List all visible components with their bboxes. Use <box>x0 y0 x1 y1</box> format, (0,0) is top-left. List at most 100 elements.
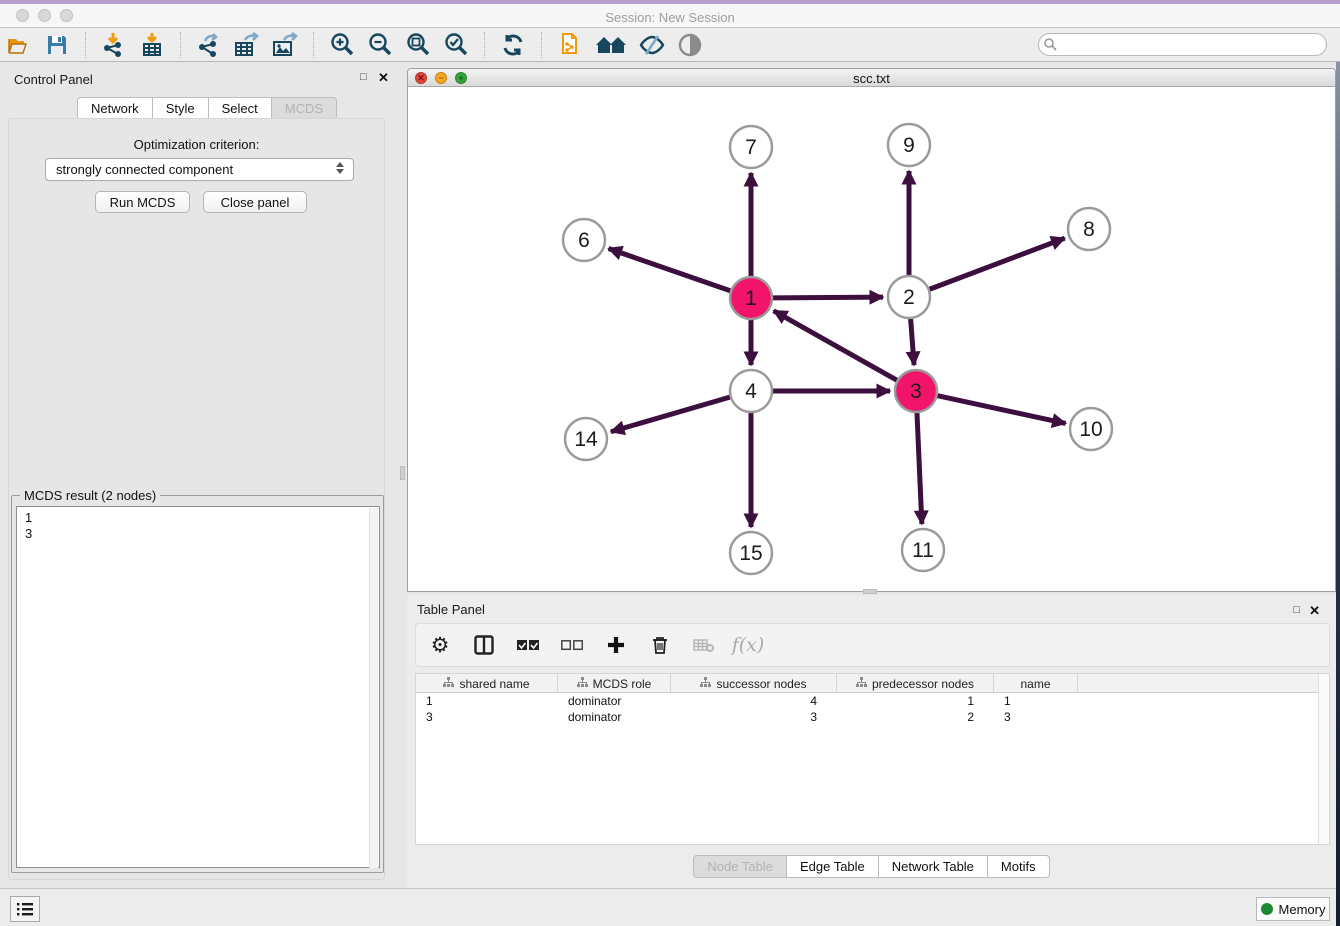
tab-network-table[interactable]: Network Table <box>878 855 988 878</box>
node-label-4: 4 <box>745 380 757 403</box>
zoom-in-icon[interactable] <box>327 31 357 59</box>
hierarchy-icon <box>443 677 454 691</box>
table-panel-tabs: Node TableEdge TableNetwork TableMotifs <box>407 855 1336 878</box>
node-label-14: 14 <box>574 428 598 451</box>
cell-name[interactable]: 1 <box>994 693 1078 709</box>
save-session-icon[interactable] <box>42 31 72 59</box>
toolbar-separator <box>541 32 542 58</box>
cell-MCDS-role[interactable]: dominator <box>558 709 671 725</box>
cell-shared-name[interactable]: 3 <box>416 709 558 725</box>
edge-2-3[interactable] <box>911 319 914 365</box>
tab-mcds[interactable]: MCDS <box>271 97 337 120</box>
column-header-MCDS-role[interactable]: MCDS role <box>558 674 671 693</box>
table-row[interactable]: 3dominator323 <box>416 709 1329 725</box>
edge-1-6[interactable] <box>609 249 731 291</box>
main-toolbar <box>0 28 1340 62</box>
tab-edge-table[interactable]: Edge Table <box>786 855 879 878</box>
hierarchy-icon <box>856 677 867 691</box>
close-panel-button[interactable]: Close panel <box>203 191 307 213</box>
select-all-columns-icon[interactable] <box>516 633 540 657</box>
node-table[interactable]: shared name MCDS role successor nodes prede… <box>415 673 1330 845</box>
column-label: shared name <box>459 677 529 691</box>
table-scrollbar[interactable] <box>1318 674 1329 844</box>
tab-select[interactable]: Select <box>208 97 272 120</box>
mcds-result-node[interactable]: 3 <box>25 526 379 542</box>
tab-style[interactable]: Style <box>152 97 209 120</box>
refresh-layout-icon[interactable] <box>498 31 528 59</box>
zoom-out-icon[interactable] <box>365 31 395 59</box>
edge-3-11[interactable] <box>917 413 922 524</box>
column-label: successor nodes <box>716 677 806 691</box>
memory-label: Memory <box>1279 902 1326 917</box>
cell-successor-nodes[interactable]: 4 <box>671 693 837 709</box>
cell-name[interactable]: 3 <box>994 709 1078 725</box>
column-header-predecessor-nodes[interactable]: predecessor nodes <box>837 674 994 693</box>
edge-4-14[interactable] <box>611 397 730 432</box>
edge-1-2[interactable] <box>773 297 883 298</box>
network-window-titlebar[interactable]: ✕ − + scc.txt <box>408 69 1335 87</box>
table-row[interactable]: 1dominator411 <box>416 693 1329 709</box>
task-history-button[interactable] <box>10 896 40 922</box>
float-table-panel-icon[interactable]: □ <box>1293 604 1300 616</box>
mcds-result-list[interactable]: 13 <box>16 506 380 868</box>
show-view-icon[interactable] <box>675 31 705 59</box>
memory-status-icon <box>1261 903 1273 915</box>
cell-predecessor-nodes[interactable]: 1 <box>837 693 994 709</box>
column-header-shared-name[interactable]: shared name <box>416 674 558 693</box>
add-column-icon[interactable] <box>604 633 628 657</box>
window-titlebar: Session: New Session <box>0 4 1340 28</box>
close-table-panel-icon[interactable]: ✕ <box>1309 603 1320 619</box>
export-image-icon[interactable] <box>270 31 300 59</box>
column-label: MCDS role <box>593 677 652 691</box>
import-table-icon[interactable] <box>137 31 167 59</box>
zoom-fit-icon[interactable] <box>403 31 433 59</box>
dropdown-stepper-icon <box>336 162 344 174</box>
tab-network[interactable]: Network <box>77 97 153 120</box>
node-label-10: 10 <box>1079 418 1102 441</box>
network-graph-canvas[interactable]: 1234678910111415 <box>408 87 1335 591</box>
criterion-dropdown[interactable]: strongly connected component <box>45 158 354 181</box>
float-panel-icon[interactable]: □ <box>360 71 367 83</box>
edge-3-10[interactable] <box>937 396 1065 424</box>
export-network-icon[interactable] <box>194 31 224 59</box>
vertical-splitter-handle[interactable] <box>400 466 405 480</box>
node-label-15: 15 <box>739 542 762 565</box>
table-toolbar: ⚙ f(x) <box>415 623 1330 667</box>
memory-button[interactable]: Memory <box>1256 897 1330 921</box>
cell-successor-nodes[interactable]: 3 <box>671 709 837 725</box>
tab-motifs[interactable]: Motifs <box>987 855 1050 878</box>
column-header-name[interactable]: name <box>994 674 1078 693</box>
status-bar: Memory <box>0 888 1340 926</box>
cell-predecessor-nodes[interactable]: 2 <box>837 709 994 725</box>
export-table-icon[interactable] <box>232 31 262 59</box>
delete-table-icon <box>692 633 716 657</box>
cell-MCDS-role[interactable]: dominator <box>558 693 671 709</box>
split-view-icon[interactable] <box>472 633 496 657</box>
zoom-selected-icon[interactable] <box>441 31 471 59</box>
clone-network-icon[interactable] <box>555 31 585 59</box>
result-scrollbar[interactable] <box>369 508 378 868</box>
search-input[interactable] <box>1038 33 1327 56</box>
mcds-result-node[interactable]: 1 <box>25 510 379 526</box>
import-network-icon[interactable] <box>99 31 129 59</box>
cell-shared-name[interactable]: 1 <box>416 693 558 709</box>
edge-2-8[interactable] <box>930 238 1065 289</box>
tab-node-table[interactable]: Node Table <box>693 855 787 878</box>
column-label: predecessor nodes <box>872 677 974 691</box>
home-view-icon[interactable] <box>593 31 629 59</box>
table-settings-icon[interactable]: ⚙ <box>428 633 452 657</box>
open-session-icon[interactable] <box>4 31 34 59</box>
node-label-2: 2 <box>903 286 915 309</box>
delete-column-icon[interactable] <box>648 633 672 657</box>
table-panel-title: Table Panel <box>417 602 485 617</box>
close-panel-icon[interactable]: ✕ <box>378 70 389 86</box>
column-header-successor-nodes[interactable]: successor nodes <box>671 674 837 693</box>
run-mcds-button[interactable]: Run MCDS <box>95 191 190 213</box>
window-title: Session: New Session <box>0 10 1340 25</box>
criterion-value: strongly connected component <box>56 162 233 177</box>
horizontal-splitter-handle[interactable] <box>863 589 877 594</box>
control-panel: Control Panel □ ✕ NetworkStyleSelectMCDS… <box>0 62 400 888</box>
deselect-all-columns-icon[interactable] <box>560 633 584 657</box>
edge-3-1[interactable] <box>774 311 897 380</box>
hide-panels-icon[interactable] <box>637 31 667 59</box>
